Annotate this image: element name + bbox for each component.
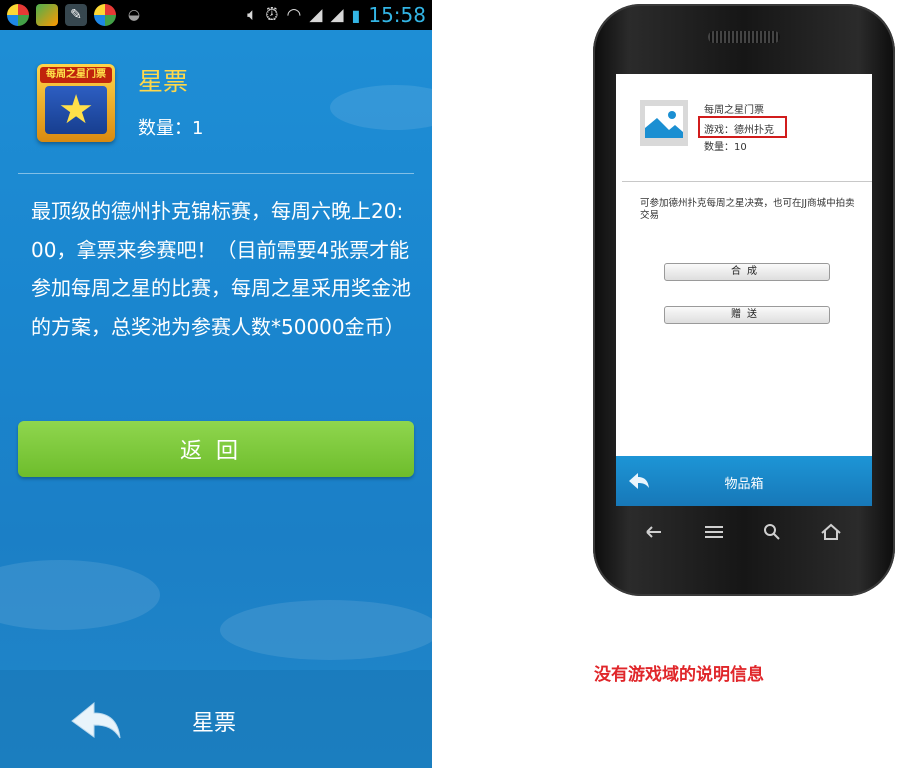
signal-icon: ◢	[309, 5, 323, 25]
gift-button[interactable]: 赠送	[664, 306, 830, 324]
android-icon: ◒	[127, 7, 141, 23]
app-icon-3: ✎	[65, 4, 87, 26]
phone-speaker	[708, 31, 780, 43]
quantity-row: 数量：1	[138, 114, 203, 140]
quantity-value: 1	[192, 118, 204, 139]
thumbnail-banner: 每周之星门票	[40, 67, 112, 83]
back-key-icon[interactable]	[641, 520, 669, 544]
mockup-screen: 每周之星门票 游戏：德州扑克 数量：10 可参加德州扑克每周之星决赛，也可在JJ…	[616, 74, 872, 506]
bottom-bar-title: 星票	[192, 711, 237, 736]
annotation-note: 没有游戏域的说明信息	[594, 665, 764, 685]
app-icon-1	[7, 4, 29, 26]
item-title: 星票	[138, 67, 189, 96]
star-icon: ★	[45, 86, 107, 134]
background-cloud	[220, 600, 432, 660]
app-icon-4	[94, 4, 116, 26]
compose-button[interactable]: 合成	[664, 263, 830, 281]
mockup-item-name: 每周之星门票	[704, 105, 764, 116]
item-description: 最顶级的德州扑克锦标赛，每周六晚上20:00，拿票来参赛吧！（目前需要4张票才能…	[31, 199, 411, 339]
app-screen: ✎ ◒ 🔈︎ ⏰︎ ◠ ◢ ◢ ▮ 15:58 每周之星门票 ★ 星票 数量：1…	[0, 0, 432, 768]
wifi-icon: ◠	[286, 5, 302, 25]
mockup-divider	[622, 181, 872, 182]
highlight-box	[698, 116, 787, 138]
signal-icon: ◢	[330, 5, 344, 25]
background-cloud	[330, 85, 432, 130]
home-key-icon[interactable]	[817, 520, 845, 544]
battery-charging-icon: ▮	[351, 5, 361, 25]
quantity-label: 数量：	[138, 118, 192, 139]
mockup-bottom-title: 物品箱	[724, 477, 764, 492]
menu-key-icon[interactable]	[700, 520, 728, 544]
app-icon-2	[36, 4, 58, 26]
back-arrow-icon[interactable]	[70, 700, 122, 742]
ticket-thumbnail: 每周之星门票 ★	[37, 64, 115, 142]
status-bar: ✎ ◒ 🔈︎ ⏰︎ ◠ ◢ ◢ ▮ 15:58	[0, 0, 432, 30]
phone-mockup-frame: 每周之星门票 游戏：德州扑克 数量：10 可参加德州扑克每周之星决赛，也可在JJ…	[593, 4, 895, 596]
mockup-quantity: 数量：10	[704, 142, 747, 153]
mockup-description: 可参加德州扑克每周之星决赛，也可在JJ商城中拍卖交易	[640, 198, 855, 221]
background-cloud	[0, 560, 160, 630]
image-placeholder-icon	[640, 100, 688, 146]
alarm-icon: ⏰︎	[265, 5, 279, 25]
divider	[18, 173, 414, 174]
status-icons: 🔈︎ ⏰︎ ◠ ◢ ◢ ▮ 15:58	[247, 0, 426, 30]
clock: 15:58	[368, 3, 426, 27]
volume-icon: 🔈︎	[247, 5, 258, 25]
back-button[interactable]: 返回	[18, 421, 414, 477]
search-key-icon[interactable]	[758, 520, 786, 544]
